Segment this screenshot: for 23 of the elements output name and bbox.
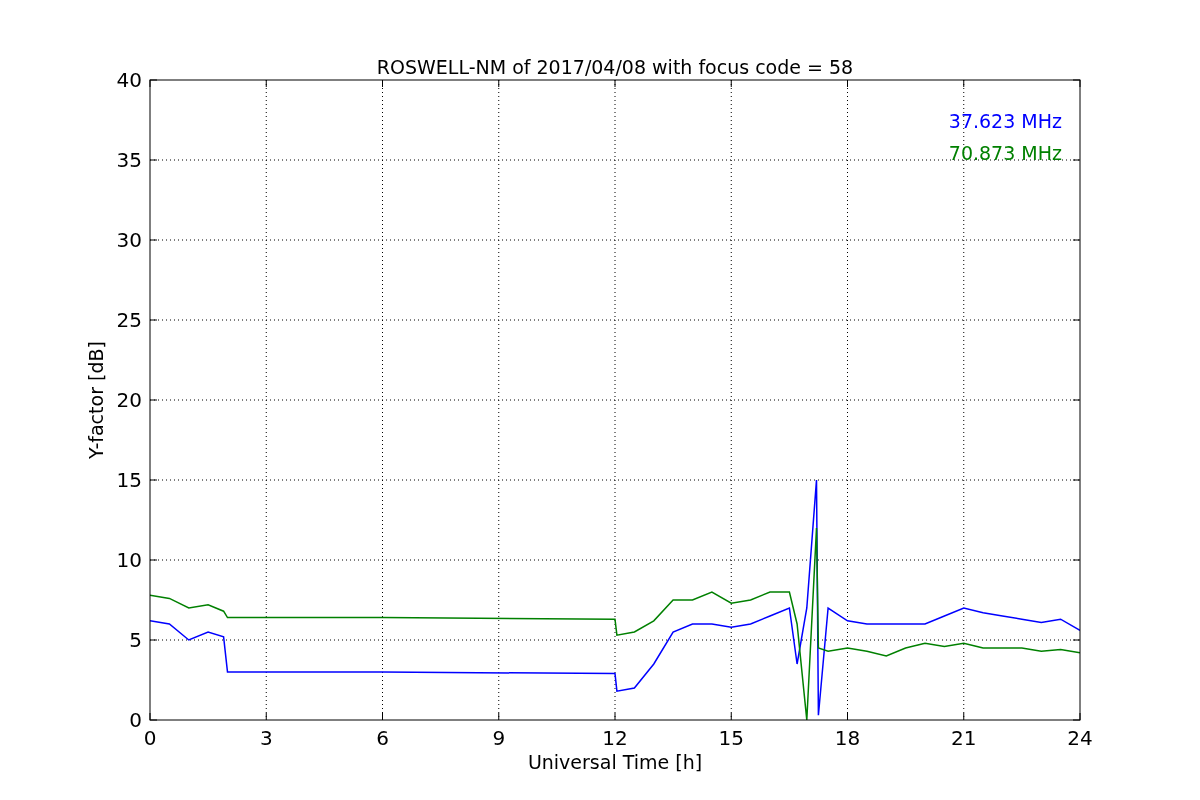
y-tick-label: 10	[116, 548, 142, 572]
x-tick-label: 3	[259, 726, 273, 750]
x-tick-label: 6	[376, 726, 389, 750]
x-axis-label: Universal Time [h]	[527, 751, 703, 773]
x-tick-label: 0	[143, 726, 157, 750]
x-tick-label: 24	[1067, 726, 1093, 750]
y-tick-label: 0	[129, 708, 142, 732]
y-tick-label: 5	[129, 628, 142, 652]
legend-label: 70.873 MHz	[948, 142, 1062, 164]
chart-title: ROSWELL-NM of 2017/04/08 with focus code = 58	[376, 56, 854, 78]
x-tick-label: 18	[834, 726, 861, 750]
y-tick-label: 40	[116, 68, 142, 92]
y-tick-label: 15	[116, 468, 142, 492]
x-tick-label: 12	[602, 726, 628, 750]
x-tick-label: 21	[951, 726, 977, 750]
y-tick-label: 20	[116, 388, 142, 412]
x-tick-label: 15	[718, 726, 744, 750]
y-tick-label: 30	[116, 228, 142, 252]
y-tick-label: 35	[116, 148, 142, 172]
y-tick-label: 25	[116, 308, 142, 332]
y-axis-label: Y-factor [dB]	[85, 341, 107, 459]
x-tick-label: 9	[492, 726, 506, 750]
legend-label: 37.623 MHz	[948, 110, 1062, 132]
